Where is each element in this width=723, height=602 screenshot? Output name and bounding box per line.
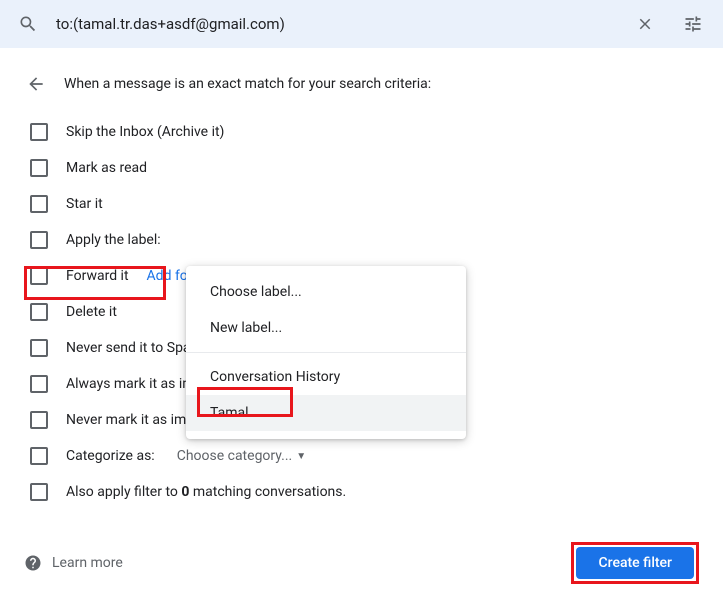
back-arrow-icon[interactable] [24, 72, 48, 96]
dropdown-new-label[interactable]: New label... [186, 310, 466, 346]
dropdown-conversation-history[interactable]: Conversation History [186, 359, 466, 395]
dropdown-divider [186, 352, 466, 353]
checkbox-delete[interactable] [30, 303, 48, 321]
categorize-value: Choose category... [177, 448, 293, 464]
label-never-spam: Never send it to Spam [66, 340, 203, 356]
label-mark-read: Mark as read [66, 160, 147, 176]
label-star: Star it [66, 196, 103, 212]
search-input[interactable] [56, 15, 615, 33]
label-also-apply: Also apply filter to 0 matching conversa… [66, 484, 346, 500]
caret-down-icon: ▼ [296, 451, 306, 462]
help-icon [24, 554, 42, 572]
label-forward: Forward it [66, 268, 129, 284]
option-categorize: Categorize as: Choose category... ▼ [24, 438, 699, 474]
create-filter-button[interactable]: Create filter [576, 547, 694, 579]
close-icon[interactable] [627, 6, 663, 42]
tune-icon[interactable] [675, 6, 711, 42]
option-apply-label: Apply the label: [24, 222, 699, 258]
checkbox-categorize[interactable] [30, 447, 48, 465]
checkbox-skip-inbox[interactable] [30, 123, 48, 141]
label-delete: Delete it [66, 304, 117, 320]
learn-more-text: Learn more [52, 555, 123, 571]
filter-panel: When a message is an exact match for you… [0, 48, 723, 526]
label-dropdown-menu: Choose label... New label... Conversatio… [186, 266, 466, 439]
dropdown-choose-label[interactable]: Choose label... [186, 274, 466, 310]
checkbox-forward[interactable] [30, 267, 48, 285]
search-icon[interactable] [12, 8, 44, 40]
option-mark-read: Mark as read [24, 150, 699, 186]
checkbox-apply-label[interactable] [30, 231, 48, 249]
highlight-create-filter: Create filter [571, 542, 699, 584]
checkbox-never-spam[interactable] [30, 339, 48, 357]
learn-more[interactable]: Learn more [24, 554, 123, 572]
checkbox-also-apply[interactable] [30, 483, 48, 501]
search-bar [0, 0, 723, 48]
heading-row: When a message is an exact match for you… [24, 72, 699, 96]
checkbox-always-important[interactable] [30, 375, 48, 393]
checkbox-mark-read[interactable] [30, 159, 48, 177]
label-skip-inbox: Skip the Inbox (Archive it) [66, 124, 224, 140]
footer-row: Learn more Create filter [0, 526, 723, 602]
heading-text: When a message is an exact match for you… [64, 76, 431, 92]
option-skip-inbox: Skip the Inbox (Archive it) [24, 114, 699, 150]
checkbox-never-important[interactable] [30, 411, 48, 429]
label-categorize: Categorize as: [66, 448, 155, 464]
option-also-apply: Also apply filter to 0 matching conversa… [24, 474, 699, 510]
dropdown-tamal[interactable]: Tamal [186, 395, 466, 431]
categorize-dropdown[interactable]: Choose category... ▼ [177, 448, 306, 464]
checkbox-star[interactable] [30, 195, 48, 213]
label-apply-label: Apply the label: [66, 232, 161, 248]
option-star: Star it [24, 186, 699, 222]
